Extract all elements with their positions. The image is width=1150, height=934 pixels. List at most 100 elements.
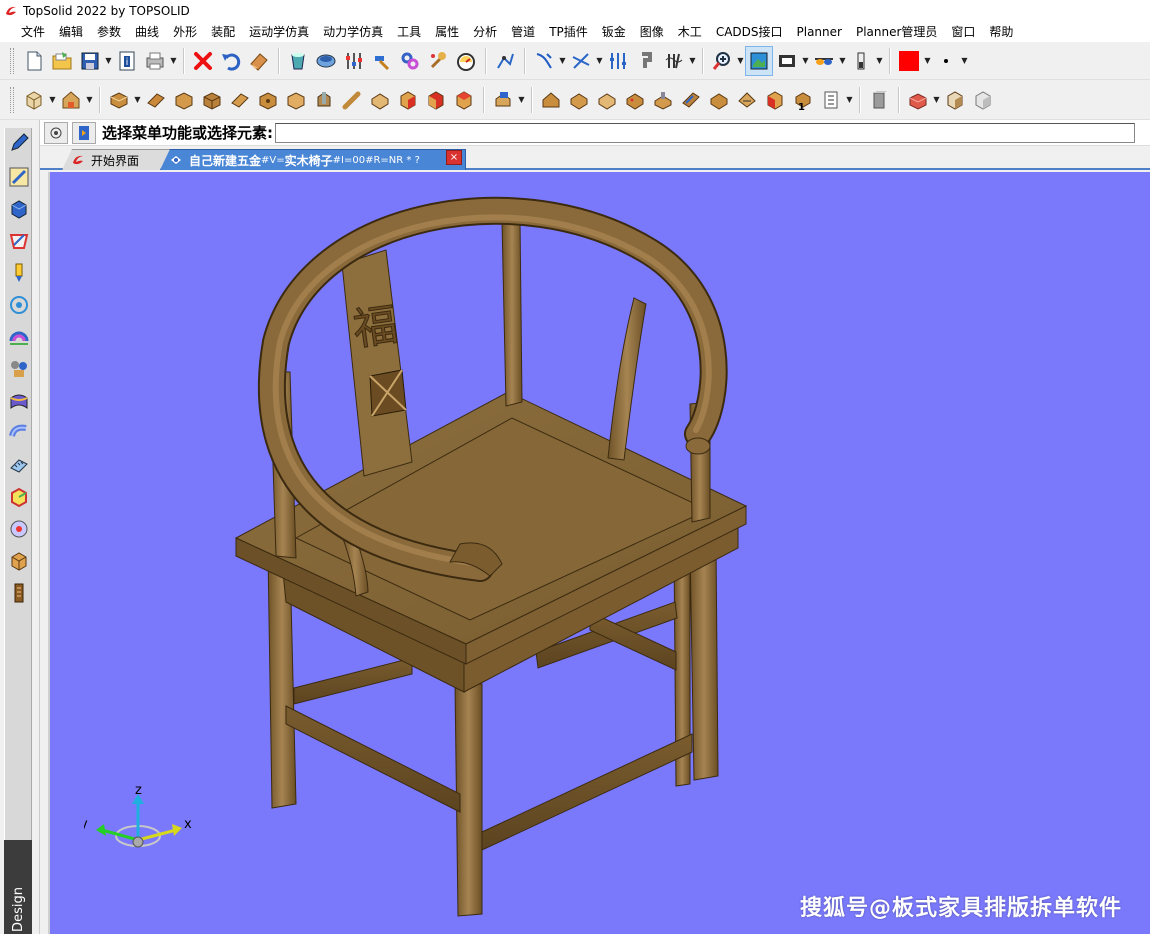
menu-cadds[interactable]: CADDS接口 (709, 22, 790, 42)
cylinder-icon[interactable] (312, 46, 340, 76)
cube-gray-icon[interactable] (969, 85, 997, 115)
toolbar-grip[interactable] (10, 47, 14, 74)
save-dropdown-icon[interactable]: ▼ (104, 46, 113, 76)
board-icon[interactable] (366, 85, 394, 115)
menu-parameters[interactable]: 参数 (90, 22, 128, 42)
tab-close-button[interactable]: × (446, 150, 462, 165)
box-frame-icon[interactable] (6, 484, 32, 510)
menu-planner-admin[interactable]: Planner管理员 (849, 22, 944, 42)
drawing-icon[interactable] (6, 260, 32, 286)
zoom-icon[interactable] (708, 46, 736, 76)
wood-box-icon[interactable] (6, 548, 32, 574)
menu-assembly[interactable]: 装配 (204, 22, 242, 42)
rainbow-surface-icon[interactable] (6, 324, 32, 350)
board3-icon[interactable] (593, 85, 621, 115)
color-swatch-icon[interactable] (895, 46, 923, 76)
number2-icon[interactable] (817, 85, 845, 115)
fit-view-icon[interactable] (745, 45, 773, 76)
number-dropdown-icon[interactable]: ▼ (845, 85, 854, 115)
curve-dropdown-icon[interactable]: ▼ (558, 46, 567, 76)
target-icon[interactable] (6, 292, 32, 318)
point-style-icon[interactable] (932, 46, 960, 76)
panel3-icon[interactable] (198, 85, 226, 115)
board5-icon[interactable] (677, 85, 705, 115)
hook-icon[interactable] (632, 46, 660, 76)
number-icon[interactable]: 1 (789, 85, 817, 115)
gray-block-icon[interactable] (865, 85, 893, 115)
menu-help[interactable]: 帮助 (982, 22, 1020, 42)
board4-icon[interactable] (621, 85, 649, 115)
red-box3-icon[interactable] (450, 85, 478, 115)
bucket-icon[interactable] (284, 46, 312, 76)
home-box-icon[interactable] (57, 85, 85, 115)
info-icon[interactable]: i (113, 46, 141, 76)
assembly-icon[interactable] (489, 85, 517, 115)
disk-icon[interactable] (6, 516, 32, 542)
menu-sheet-metal[interactable]: 钣金 (595, 22, 633, 42)
house-icon[interactable] (537, 85, 565, 115)
clip-dropdown-icon[interactable]: ▼ (688, 46, 697, 76)
menu-curves[interactable]: 曲线 (128, 22, 166, 42)
snap-target-icon[interactable] (44, 121, 68, 144)
menu-shapes[interactable]: 外形 (166, 22, 204, 42)
undo-icon[interactable] (217, 46, 245, 76)
menu-image[interactable]: 图像 (633, 22, 671, 42)
wrench-icon[interactable] (424, 46, 452, 76)
node-icon[interactable] (491, 46, 519, 76)
cross-icon[interactable] (567, 46, 595, 76)
hammer-icon[interactable] (368, 46, 396, 76)
red-block-icon[interactable] (904, 85, 932, 115)
clip-icon[interactable] (660, 46, 688, 76)
open-folder-icon[interactable] (48, 46, 76, 76)
battery-dropdown-icon[interactable]: ▼ (875, 46, 884, 76)
gauge-icon[interactable] (452, 46, 480, 76)
print-dropdown-icon[interactable]: ▼ (169, 46, 178, 76)
sketch-pencil-icon[interactable] (6, 130, 32, 156)
toolbar-grip[interactable] (10, 86, 14, 113)
view-dropdown-icon[interactable]: ▼ (801, 46, 810, 76)
red-block-dropdown-icon[interactable]: ▼ (932, 85, 941, 115)
hardware-icon[interactable] (649, 85, 677, 115)
home-dropdown-icon[interactable]: ▼ (85, 85, 94, 115)
menu-file[interactable]: 文件 (14, 22, 52, 42)
cube-icon[interactable] (941, 85, 969, 115)
cross-dropdown-icon[interactable]: ▼ (595, 46, 604, 76)
print-icon[interactable] (141, 46, 169, 76)
drill-icon[interactable] (310, 85, 338, 115)
assembly-dropdown-icon[interactable]: ▼ (517, 85, 526, 115)
eraser-icon[interactable] (245, 46, 273, 76)
red-box-icon[interactable] (394, 85, 422, 115)
sliders-icon[interactable] (340, 46, 368, 76)
menu-kinematics[interactable]: 运动学仿真 (242, 22, 316, 42)
profile-icon[interactable] (105, 85, 133, 115)
command-history-icon[interactable] (72, 121, 96, 144)
board6-icon[interactable] (705, 85, 733, 115)
zoom-dropdown-icon[interactable]: ▼ (736, 46, 745, 76)
battery-icon[interactable] (847, 46, 875, 76)
menu-attributes[interactable]: 属性 (428, 22, 466, 42)
profile-dropdown-icon[interactable]: ▼ (133, 85, 142, 115)
menu-analysis[interactable]: 分析 (466, 22, 504, 42)
red-box2-icon[interactable] (422, 85, 450, 115)
menu-tools[interactable]: 工具 (390, 22, 428, 42)
curve-icon[interactable] (530, 46, 558, 76)
curve-pencil-icon[interactable] (6, 164, 32, 190)
panel-icon[interactable] (142, 85, 170, 115)
tab-document[interactable]: 自己新建五金 #V= 实木椅子 #I=00#R=NR * ? (160, 149, 466, 170)
camera-view-icon[interactable] (773, 46, 801, 76)
panel6-icon[interactable] (282, 85, 310, 115)
save-icon[interactable] (76, 46, 104, 76)
glasses-icon[interactable] (810, 46, 838, 76)
tab-start-page[interactable]: 开始界面 (62, 149, 174, 170)
ruler-icon[interactable] (6, 452, 32, 478)
link-icon[interactable] (396, 46, 424, 76)
color-dropdown-icon[interactable]: ▼ (923, 46, 932, 76)
menu-dynamics[interactable]: 动力学仿真 (316, 22, 390, 42)
sheet-metal-icon[interactable] (6, 228, 32, 254)
menu-pipes[interactable]: 管道 (504, 22, 542, 42)
wood-panel-icon[interactable] (6, 580, 32, 606)
delete-icon[interactable] (189, 46, 217, 76)
solid-cube-icon[interactable] (6, 196, 32, 222)
board2-icon[interactable] (565, 85, 593, 115)
panel5-icon[interactable] (254, 85, 282, 115)
